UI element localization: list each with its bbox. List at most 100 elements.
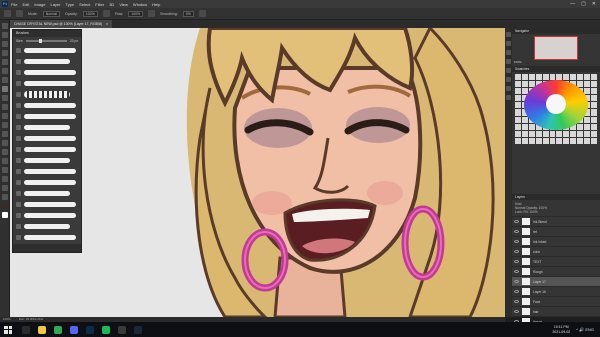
zoom-tool-icon[interactable]	[2, 194, 8, 200]
path-select-tool-icon[interactable]	[2, 167, 8, 173]
panel-shortcut-icon[interactable]	[506, 59, 511, 64]
brush-preset-row[interactable]	[13, 56, 81, 67]
visibility-eye-icon[interactable]	[514, 310, 519, 313]
windows-start-icon[interactable]	[4, 325, 12, 334]
swatch-cell[interactable]	[556, 130, 563, 137]
panel-shortcut-icon[interactable]	[506, 77, 511, 82]
swatch-cell[interactable]	[515, 102, 521, 109]
visibility-eye-icon[interactable]	[514, 220, 519, 223]
obs-icon[interactable]	[118, 325, 126, 334]
swatch-cell[interactable]	[577, 137, 584, 144]
swatch-cell[interactable]	[584, 74, 591, 81]
swatch-cell[interactable]	[591, 102, 597, 109]
swatch-cell[interactable]	[549, 137, 556, 144]
maximize-button[interactable]: ▢	[581, 1, 586, 7]
brush-settings-icon[interactable]	[16, 10, 23, 17]
spotify-icon[interactable]	[102, 325, 110, 334]
stamp-tool-icon[interactable]	[2, 95, 8, 101]
swatch-cell[interactable]	[563, 74, 570, 81]
navigator-preview[interactable]	[534, 36, 578, 60]
brush-preset-row[interactable]	[13, 188, 81, 199]
brush-preset-row[interactable]	[13, 210, 81, 221]
swatch-cell[interactable]	[521, 130, 528, 137]
swatch-cell[interactable]	[515, 88, 521, 95]
brush-preset-row[interactable]	[13, 144, 81, 155]
photoshop-icon[interactable]	[86, 325, 94, 334]
eraser-tool-icon[interactable]	[2, 113, 8, 119]
swatch-cell[interactable]	[563, 137, 570, 144]
brush-tool-preset-icon[interactable]	[4, 10, 11, 17]
fill-value[interactable]: 100%	[529, 210, 537, 214]
color-wheel[interactable]	[524, 80, 588, 130]
visibility-eye-icon[interactable]	[514, 290, 519, 293]
swatch-cell[interactable]	[584, 130, 591, 137]
swatch-cell[interactable]	[515, 95, 521, 102]
brush-tool-icon[interactable]	[2, 86, 8, 92]
swatch-cell[interactable]	[563, 130, 570, 137]
swatch-cell[interactable]	[515, 109, 521, 116]
marquee-tool-icon[interactable]	[2, 32, 8, 38]
menu-select[interactable]: Select	[79, 2, 90, 7]
swatch-cell[interactable]	[591, 95, 597, 102]
smoothing-field[interactable]: 0%	[182, 10, 194, 17]
swatch-cell[interactable]	[521, 137, 528, 144]
brush-size-slider[interactable]	[26, 39, 67, 43]
menu-window[interactable]: Window	[133, 2, 147, 7]
swatch-cell[interactable]	[584, 116, 591, 123]
layer-opacity-value[interactable]: 100%	[539, 206, 547, 210]
healing-tool-icon[interactable]	[2, 77, 8, 83]
close-tab-icon[interactable]: ×	[106, 22, 108, 26]
brush-size-slider-knob[interactable]	[38, 39, 42, 43]
visibility-eye-icon[interactable]	[514, 260, 519, 263]
swatch-cell[interactable]	[570, 130, 577, 137]
visibility-eye-icon[interactable]	[514, 300, 519, 303]
brush-preset-row[interactable]	[13, 232, 81, 243]
visibility-eye-icon[interactable]	[514, 280, 519, 283]
type-tool-icon[interactable]	[2, 158, 8, 164]
panel-shortcut-icon[interactable]	[506, 86, 511, 91]
brush-preset-row[interactable]	[13, 100, 81, 111]
move-tool-icon[interactable]	[2, 23, 8, 29]
crop-tool-icon[interactable]	[2, 59, 8, 65]
swatch-cell[interactable]	[515, 74, 521, 81]
dodge-tool-icon[interactable]	[2, 140, 8, 146]
swatches-tab[interactable]: Swatches	[512, 66, 600, 72]
eyedropper-tool-icon[interactable]	[2, 68, 8, 74]
swatch-cell[interactable]	[535, 74, 542, 81]
swatch-cell[interactable]	[515, 137, 521, 144]
swatch-cell[interactable]	[591, 130, 597, 137]
swatch-cell[interactable]	[591, 137, 597, 144]
brush-size-value[interactable]: 20 px	[70, 39, 78, 43]
steam-icon[interactable]	[134, 325, 142, 334]
layer-row[interactable]: Ink Inked	[512, 236, 600, 246]
gradient-tool-icon[interactable]	[2, 122, 8, 128]
swatch-cell[interactable]	[542, 137, 549, 144]
document-tab[interactable]: CHASE CRYSTAL NEW.psd @ 100% (Layer 17, …	[10, 20, 113, 28]
brush-preset-row[interactable]	[13, 166, 81, 177]
shape-tool-icon[interactable]	[2, 176, 8, 182]
panel-shortcut-icon[interactable]	[506, 95, 511, 100]
pressure-opacity-icon[interactable]	[102, 10, 110, 17]
layer-row[interactable]: TEXT	[512, 256, 600, 266]
swatch-cell[interactable]	[515, 116, 521, 123]
swatch-cell[interactable]	[521, 116, 528, 123]
close-window-button[interactable]: ✕	[592, 1, 596, 7]
swatch-cell[interactable]	[521, 123, 528, 130]
swatch-cell[interactable]	[570, 74, 577, 81]
swatch-cell[interactable]	[521, 81, 528, 88]
brush-preset-row[interactable]	[13, 177, 81, 188]
swatch-cell[interactable]	[591, 74, 597, 81]
visibility-eye-icon[interactable]	[514, 270, 519, 273]
smoothing-options-gear-icon[interactable]	[198, 10, 206, 17]
brush-preset-row[interactable]	[13, 221, 81, 232]
taskbar-clock[interactable]: 10:11 PM 2021-09-02	[552, 325, 576, 334]
brush-preset-row[interactable]	[13, 133, 81, 144]
brush-preset-row[interactable]	[13, 45, 81, 56]
swatch-cell[interactable]	[528, 130, 535, 137]
menu-view[interactable]: View	[119, 2, 128, 7]
menu-file[interactable]: File	[11, 2, 17, 7]
visibility-eye-icon[interactable]	[514, 230, 519, 233]
swatch-cell[interactable]	[556, 137, 563, 144]
swatch-cell[interactable]	[549, 130, 556, 137]
mode-select[interactable]: Normal	[42, 10, 61, 17]
